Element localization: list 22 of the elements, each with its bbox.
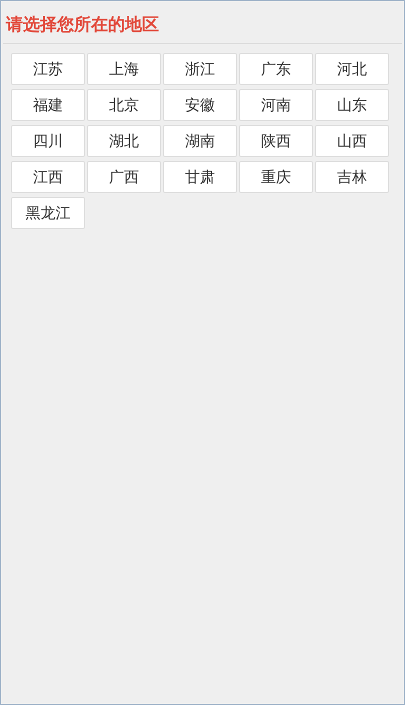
region-button[interactable]: 重庆 [239,161,313,193]
region-button[interactable]: 甘肃 [163,161,237,193]
region-button[interactable]: 广东 [239,53,313,85]
region-button[interactable]: 北京 [87,89,161,121]
region-button[interactable]: 江西 [11,161,85,193]
region-button[interactable]: 四川 [11,125,85,157]
region-button[interactable]: 湖南 [163,125,237,157]
region-button[interactable]: 上海 [87,53,161,85]
region-button[interactable]: 河南 [239,89,313,121]
region-button[interactable]: 安徽 [163,89,237,121]
region-button[interactable]: 吉林 [315,161,389,193]
region-button[interactable]: 陕西 [239,125,313,157]
region-button[interactable]: 黑龙江 [11,197,85,229]
region-button[interactable]: 福建 [11,89,85,121]
region-button[interactable]: 山西 [315,125,389,157]
region-button[interactable]: 江苏 [11,53,85,85]
region-button[interactable]: 山东 [315,89,389,121]
region-button[interactable]: 湖北 [87,125,161,157]
region-button[interactable]: 浙江 [163,53,237,85]
region-button[interactable]: 广西 [87,161,161,193]
page-title: 请选择您所在的地区 [6,15,159,35]
region-button[interactable]: 河北 [315,53,389,85]
